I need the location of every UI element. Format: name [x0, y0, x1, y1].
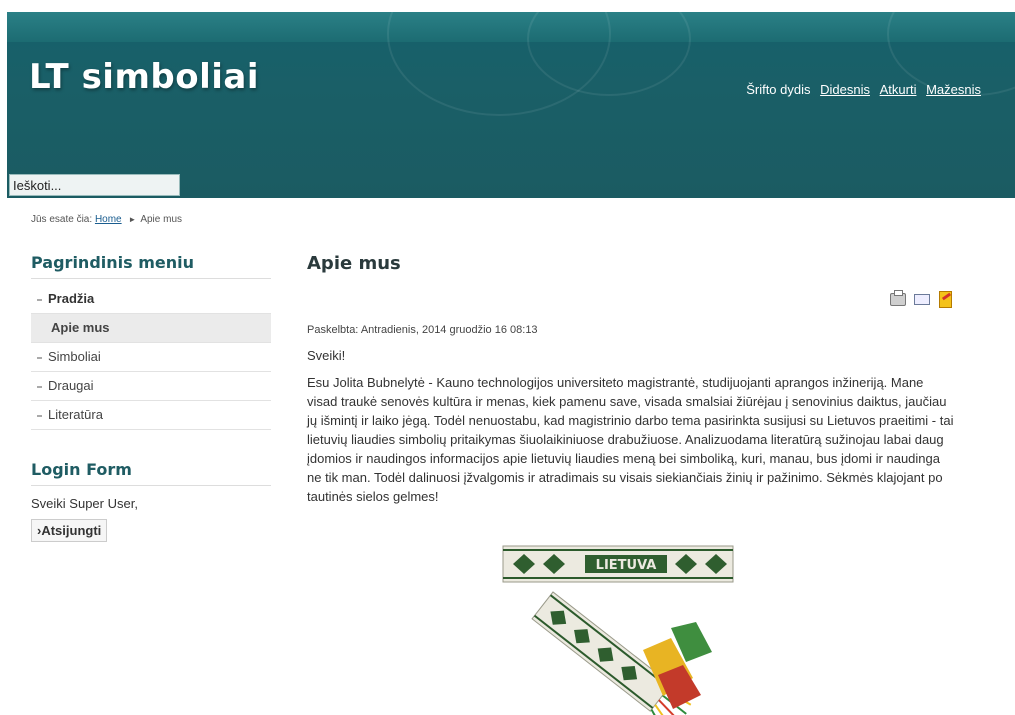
bullet-icon — [37, 385, 42, 388]
bullet-icon — [37, 414, 42, 417]
article-greeting: Sveiki! — [307, 348, 346, 363]
printer-icon[interactable] — [890, 290, 906, 307]
main-menu-title: Pagrindinis meniu — [31, 253, 271, 279]
published-date: Paskelbta: Antradienis, 2014 gruodžio 16… — [307, 324, 538, 336]
site-title: LT simboliai — [29, 57, 259, 97]
menu-item-label: Apie mus — [51, 320, 110, 335]
logout-button[interactable]: ›Atsijungti — [31, 519, 108, 542]
pdf-icon[interactable] — [938, 291, 952, 309]
menu-item-literatura[interactable]: Literatūra — [31, 401, 271, 430]
menu-item-simboliai[interactable]: Simboliai — [31, 343, 271, 372]
left-sidebar: Pagrindinis meniu Pradžia Apie mus Simbo… — [31, 253, 271, 542]
email-icon[interactable] — [914, 294, 931, 306]
breadcrumb-current: Apie mus — [140, 214, 183, 225]
lietuva-scarf-image: LIETUVA — [502, 545, 734, 715]
login-greeting: Sveiki Super User, — [31, 496, 138, 511]
login-form-title: Login Form — [31, 460, 271, 486]
breadcrumb: Jūs esate čia: Home ► Apie mus — [31, 214, 182, 225]
menu-item-draugai[interactable]: Draugai — [31, 372, 271, 401]
menu-item-label: Pradžia — [48, 291, 95, 306]
article-body: Esu Jolita Bubnelytė - Kauno technologij… — [307, 375, 954, 504]
top-strip — [0, 0, 1015, 12]
font-larger-link[interactable]: Didesnis — [820, 82, 870, 97]
article-title: Apie mus — [307, 253, 401, 274]
menu-item-apie-mus[interactable]: Apie mus — [31, 314, 271, 343]
menu-item-pradzia[interactable]: Pradžia — [31, 285, 271, 314]
bullet-icon — [37, 356, 42, 359]
breadcrumb-home-link[interactable]: Home — [95, 214, 122, 225]
bullet-icon — [37, 298, 42, 301]
scarf-text: LIETUVA — [596, 558, 657, 573]
search-input[interactable] — [9, 174, 180, 196]
site-header: LT simboliai Šrifto dydis Didesnis Atkur… — [7, 12, 1015, 198]
main-menu: Pradžia Apie mus Simboliai Draugai Liter… — [31, 285, 271, 430]
font-size-label: Šrifto dydis — [746, 82, 811, 97]
article-icons — [890, 290, 956, 309]
menu-item-label: Draugai — [48, 378, 94, 393]
font-smaller-link[interactable]: Mažesnis — [926, 82, 981, 97]
menu-item-label: Simboliai — [48, 349, 101, 364]
menu-item-label: Literatūra — [48, 407, 103, 422]
breadcrumb-prefix: Jūs esate čia: — [31, 214, 93, 225]
main-content: Apie mus Paskelbta: Antradienis, 2014 gr… — [307, 253, 967, 506]
font-size-controls: Šrifto dydis Didesnis Atkurti Mažesnis — [742, 82, 981, 97]
font-reset-link[interactable]: Atkurti — [880, 82, 917, 97]
breadcrumb-arrow-icon: ► — [128, 215, 137, 224]
